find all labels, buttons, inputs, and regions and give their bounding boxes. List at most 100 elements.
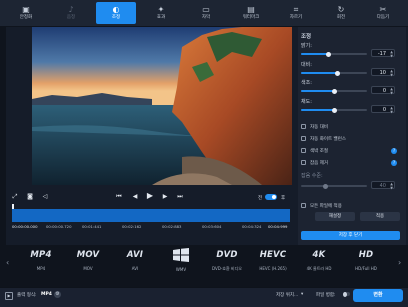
fullscreen-icon[interactable]: ⤢	[10, 193, 20, 201]
save-and-close-button[interactable]: 저장 후 닫기	[301, 231, 400, 240]
skip-start-icon[interactable]: ⏮	[114, 193, 124, 201]
tab-trim[interactable]: ✂ 다듬기	[363, 2, 403, 24]
output-format-value[interactable]: MP4	[41, 292, 52, 297]
spinner-arrows-icon[interactable]: ▲ ▼	[390, 50, 393, 58]
noise-level-label: 잡음 수준:	[301, 173, 323, 179]
reset-button[interactable]: 재설정	[315, 212, 355, 221]
skip-end-icon[interactable]: ⏭	[175, 193, 185, 201]
subtitle-icon: ▭	[202, 5, 210, 14]
toggle-after-label: 후	[281, 196, 286, 201]
auto-white-balance-checkbox[interactable]	[301, 136, 306, 141]
timecode: 00:00:00.000	[12, 224, 38, 229]
format-mp4[interactable]: MP4 MP4	[20, 248, 62, 272]
format-avi[interactable]: AVI AVI	[114, 248, 156, 272]
format-name: HEVC (H.265)	[259, 266, 287, 271]
avi-logo: AVI	[126, 250, 144, 260]
color-adjust-label: 색박 조절	[310, 149, 328, 154]
format-mov[interactable]: MOV MOV	[67, 248, 109, 272]
tab-subtitles[interactable]: ▭ 자막	[186, 2, 226, 24]
noise-level-value: 40	[379, 183, 386, 189]
hd-logo: HD	[358, 250, 374, 260]
tab-watermark[interactable]: ▤ 워터마크	[231, 2, 271, 24]
hue-input[interactable]: 0 ▲ ▼	[371, 86, 395, 95]
gear-icon[interactable]: ⚙	[54, 291, 61, 298]
play-icon[interactable]: ▶	[144, 192, 156, 200]
before-after-toggle[interactable]	[265, 194, 277, 200]
brightness-input[interactable]: -17 ▲ ▼	[371, 49, 395, 58]
magic-wand-icon: ✦	[157, 5, 165, 14]
hue-value: 0	[382, 88, 386, 94]
file-merge-toggle[interactable]	[343, 291, 350, 297]
format-name: AVI	[131, 266, 139, 271]
volume-icon[interactable]: ◁	[40, 193, 50, 201]
format-hd[interactable]: HD HD/Full HD	[345, 248, 387, 272]
camera-icon[interactable]: ◙	[24, 193, 36, 201]
preview-landscape-image	[32, 27, 292, 185]
format-name: DVD-호환 비디오	[212, 266, 242, 271]
scroll-right-icon[interactable]: ›	[398, 258, 401, 267]
noise-slider-knob[interactable]	[323, 183, 328, 189]
tab-label: 회전	[336, 15, 346, 20]
color-adjust-checkbox[interactable]	[301, 148, 306, 153]
format-hevc[interactable]: HEVC HEVC (H.265)	[252, 248, 294, 272]
noise-level-input[interactable]: 40 ▲ ▼	[371, 181, 395, 190]
music-note-icon: ♪	[68, 5, 74, 14]
rotate-icon: ↻	[337, 5, 345, 14]
step-back-icon[interactable]: ◀	[130, 193, 140, 201]
tab-audio[interactable]: ♪ 음정	[51, 2, 91, 24]
convert-button[interactable]: 변환	[353, 289, 403, 302]
auto-contrast-checkbox[interactable]	[301, 124, 306, 129]
apply-all-checkbox[interactable]	[301, 203, 306, 208]
watermark-icon: ▤	[247, 5, 255, 14]
contrast-value: 10	[379, 70, 386, 76]
scroll-left-icon[interactable]: ‹	[6, 258, 9, 267]
tab-stabilize[interactable]: ▣ 안정화	[6, 2, 46, 24]
spinner-arrows-icon[interactable]: ▲ ▼	[390, 106, 393, 114]
step-forward-icon[interactable]: ▶	[160, 193, 170, 201]
contrast-slider-knob[interactable]	[334, 70, 340, 76]
brightness-label: 밝기:	[301, 43, 312, 49]
contrast-label: 대비:	[301, 62, 312, 68]
help-icon[interactable]: ?	[391, 160, 397, 166]
format-4k[interactable]: 4K 4K 울트라 HD	[298, 248, 340, 272]
saturation-slider-fill	[301, 109, 334, 111]
video-preview[interactable]	[32, 27, 292, 185]
noise-slider-track[interactable]	[301, 185, 367, 187]
timecode: 00:04:999	[268, 224, 288, 229]
format-dvd[interactable]: DVD DVD-호환 비디오	[206, 248, 248, 272]
saturation-value: 0	[382, 107, 386, 113]
brightness-slider-knob[interactable]	[326, 51, 332, 57]
adjust-panel: 조정 밝기: -17 ▲ ▼ 대비: 10 ▲ ▼ 색조: 0 ▲ ▼ 채도: 0 ▲ ▼ 자동…	[298, 27, 406, 245]
timecode: 00:01:441	[82, 224, 102, 229]
saturation-input[interactable]: 0 ▲ ▼	[371, 105, 395, 114]
auto-contrast-label: 자동 대비	[310, 125, 328, 130]
contrast-slider-fill	[301, 72, 338, 74]
saturation-label: 채도:	[301, 99, 312, 105]
bottom-bar	[0, 287, 408, 307]
tab-label: 자막	[201, 15, 211, 20]
spinner-arrows-icon[interactable]: ▲ ▼	[390, 69, 393, 77]
saturation-slider-knob[interactable]	[331, 107, 337, 113]
help-icon[interactable]: ?	[391, 148, 397, 154]
hue-slider-knob[interactable]	[331, 88, 337, 94]
tab-effects[interactable]: ✦ 효과	[141, 2, 181, 24]
apply-button[interactable]: 적용	[360, 212, 400, 221]
contrast-input[interactable]: 10 ▲ ▼	[371, 68, 395, 77]
spinner-arrows-icon[interactable]: ▲ ▼	[390, 182, 393, 190]
spinner-arrows-icon[interactable]: ▲ ▼	[390, 87, 393, 95]
tab-crop[interactable]: ⌗ 자르기	[276, 2, 316, 24]
tab-adjust[interactable]: ◐ 조정	[96, 2, 136, 24]
hue-slider-fill	[301, 90, 334, 92]
tab-label: 워터마크	[242, 15, 260, 20]
format-wmv[interactable]: WMV	[160, 248, 202, 273]
brightness-slider-fill	[301, 53, 329, 55]
windows-logo-icon	[160, 248, 202, 263]
file-merge-label: 파일 병합:	[316, 293, 336, 298]
noise-removal-checkbox[interactable]	[301, 160, 306, 165]
mov-logo: MOV	[76, 250, 100, 260]
hevc-logo: HEVC	[259, 250, 287, 260]
tab-rotate[interactable]: ↻ 회전	[321, 2, 361, 24]
folder-icon[interactable]: ▾	[301, 292, 303, 297]
panel-title: 조정	[301, 34, 312, 40]
save-to-button[interactable]: 저장 위치...	[276, 292, 298, 298]
